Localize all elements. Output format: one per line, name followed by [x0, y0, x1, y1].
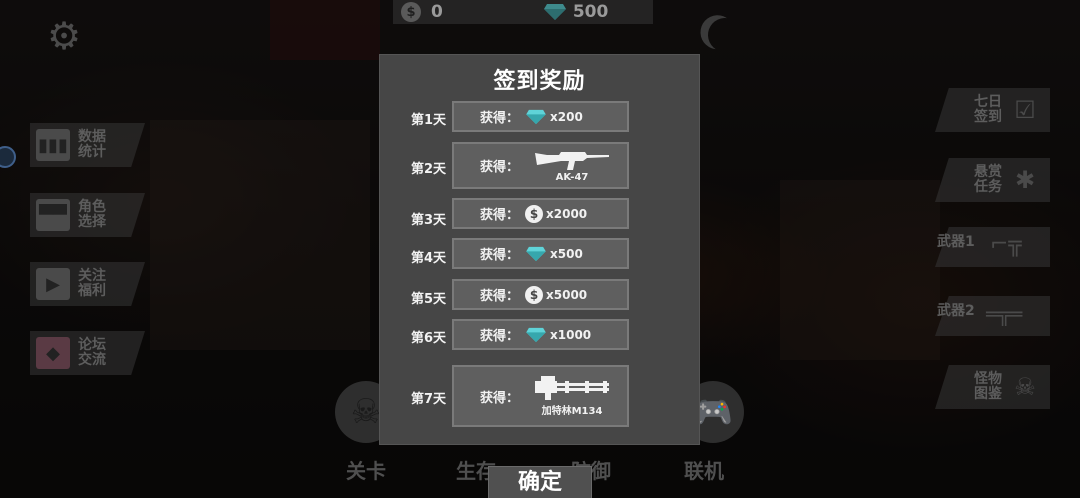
- gem-icon: [526, 109, 546, 124]
- gem-count: 500: [572, 2, 609, 22]
- day-label: 第1天: [411, 113, 447, 128]
- ak47-rifle-icon: [535, 151, 610, 170]
- skull-icon: ☠: [1014, 373, 1036, 401]
- bounty-task-button[interactable]: 悬赏任务 ✱: [935, 158, 1050, 202]
- smg-icon: ═╦═: [986, 302, 1023, 326]
- reward-slot-day7: 获得： 加特林M134: [452, 365, 629, 427]
- monster-codex-label: 怪物图鉴: [974, 371, 1002, 402]
- checkin-label: 七日签到: [974, 94, 1002, 125]
- get-label: 获得：: [480, 289, 520, 304]
- weapon-name: AK-47: [555, 171, 589, 183]
- bounty-poster-icon: ✱: [1014, 166, 1036, 194]
- gem-icon: [526, 327, 546, 342]
- weapon-name: 加特林M134: [541, 406, 603, 417]
- reward-slot-day4: 获得： x500: [452, 238, 629, 269]
- weapon1-label: 武器1: [937, 234, 975, 250]
- gem-icon: [543, 4, 566, 20]
- seven-day-checkin-button[interactable]: 七日签到 ☑: [935, 88, 1050, 132]
- reward-quantity: x1000: [550, 327, 592, 342]
- follow-rewards-label: 关注福利: [78, 268, 106, 299]
- day-label: 第3天: [411, 213, 447, 228]
- gem-icon: [526, 246, 546, 261]
- reward-quantity: x5000: [546, 287, 588, 302]
- character-select-button[interactable]: ▀▀ 角色选择: [30, 193, 145, 237]
- monster-codex-button[interactable]: 怪物图鉴 ☠: [935, 365, 1050, 409]
- minigun-icon: [535, 376, 610, 400]
- tv-icon: ▶: [36, 268, 70, 300]
- stats-button[interactable]: ▮▮▮ 数据统计: [30, 123, 145, 167]
- get-label: 获得：: [480, 160, 520, 175]
- reward-slot-day3: 获得： $ x2000: [452, 198, 629, 229]
- nav-levels[interactable]: 关卡: [346, 455, 386, 484]
- reward-quantity: x500: [550, 246, 583, 261]
- coin-icon: $: [525, 285, 544, 304]
- reward-slot-day1: 获得： x200: [452, 101, 629, 132]
- get-label: 获得：: [480, 329, 520, 344]
- follow-rewards-button[interactable]: ▶ 关注福利: [30, 262, 145, 306]
- reward-quantity: x2000: [546, 206, 588, 221]
- get-label: 获得：: [480, 208, 520, 223]
- get-label: 获得：: [480, 390, 520, 406]
- day-label: 第2天: [411, 162, 447, 177]
- checkin-reward-dialog: 签到奖励 第1天 获得： x200 第2天 获得： AK-47 第3天 获得： …: [379, 54, 700, 445]
- day-label: 第5天: [411, 292, 447, 307]
- forum-label: 论坛交流: [78, 337, 106, 368]
- reward-quantity: x200: [550, 109, 583, 124]
- day-label: 第6天: [411, 331, 447, 346]
- weapon2-label: 武器2: [937, 303, 975, 319]
- face-icon: ▀▀: [36, 199, 70, 231]
- currency-bar: $ 0 500: [393, 0, 653, 24]
- uzi-icon: ⌐╦: [990, 232, 1022, 257]
- bar-chart-icon: ▮▮▮: [36, 129, 70, 161]
- forum-icon: ◆: [36, 337, 70, 369]
- dialog-title: 签到奖励: [493, 69, 586, 94]
- checklist-icon: ☑: [1014, 96, 1036, 124]
- confirm-button[interactable]: 确定: [488, 466, 592, 498]
- nav-multiplayer[interactable]: 联机: [684, 455, 724, 484]
- forum-button[interactable]: ◆ 论坛交流: [30, 331, 145, 375]
- day-label: 第4天: [411, 251, 447, 266]
- character-select-label: 角色选择: [78, 199, 106, 230]
- coin-icon: $: [401, 2, 421, 22]
- day-label: 第7天: [411, 392, 447, 407]
- settings-gear-icon[interactable]: ⚙: [46, 17, 82, 55]
- get-label: 获得：: [480, 248, 520, 263]
- coin-count: 0: [431, 2, 443, 22]
- stats-label: 数据统计: [78, 129, 106, 160]
- reward-slot-day6: 获得： x1000: [452, 319, 629, 350]
- coin-icon: $: [525, 204, 544, 223]
- reward-slot-day5: 获得： $ x5000: [452, 279, 629, 310]
- bounty-label: 悬赏任务: [974, 164, 1002, 195]
- reward-slot-day2: 获得： AK-47: [452, 142, 629, 189]
- get-label: 获得：: [480, 111, 520, 126]
